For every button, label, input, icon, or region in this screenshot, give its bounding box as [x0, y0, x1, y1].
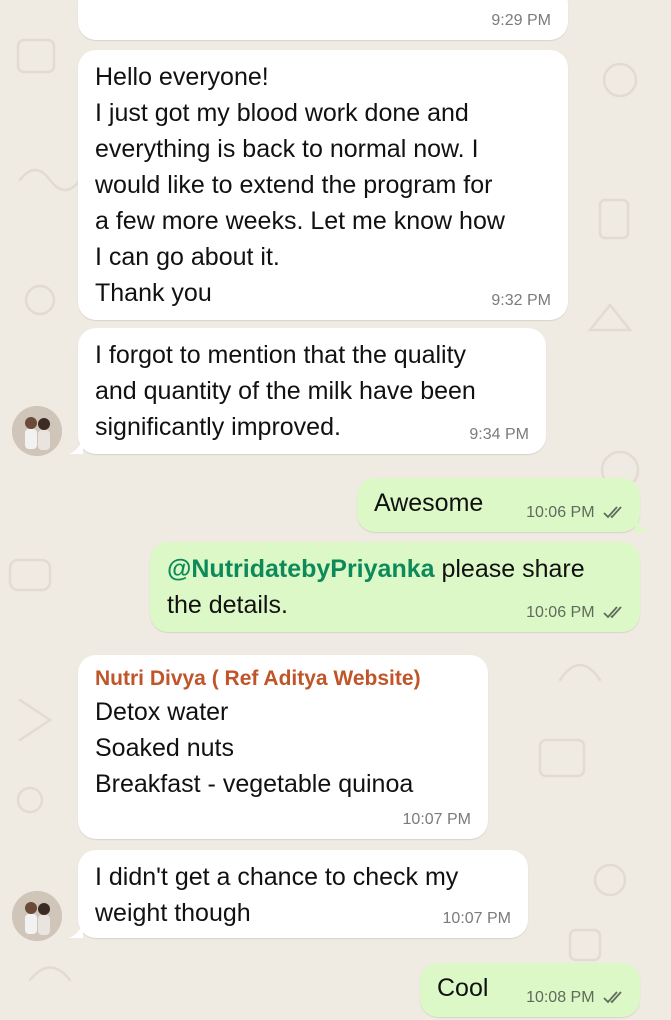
avatar[interactable]	[12, 891, 62, 941]
message-timestamp: 9:29 PM	[491, 12, 551, 29]
message-bubble[interactable]: Awesome 10:06 PM	[357, 478, 649, 532]
message-timestamp: 10:06 PM	[526, 504, 595, 521]
mention-link[interactable]: @NutridatebyPriyanka	[167, 555, 435, 583]
message-timestamp: 10:07 PM	[442, 910, 511, 927]
message-timestamp: 9:32 PM	[491, 292, 551, 309]
sender-name[interactable]: Nutri Divya ( Ref Aditya Website)	[95, 664, 472, 694]
message-meta: 10:06 PM	[526, 504, 626, 522]
message-bubble[interactable]: Cool 10:08 PM	[420, 963, 640, 1017]
message-bubble[interactable]: 9:29 PM	[78, 0, 568, 40]
message-bubble[interactable]: @NutridatebyPriyanka please share the de…	[150, 542, 640, 632]
avatar[interactable]	[12, 406, 62, 456]
message-timestamp: 10:07 PM	[402, 811, 471, 828]
message-meta: 10:08 PM	[526, 989, 626, 1007]
message-text: Hello everyone! I just got my blood work…	[95, 63, 505, 307]
message-bubble[interactable]: Hello everyone! I just got my blood work…	[78, 50, 568, 320]
read-ticks-icon	[603, 606, 622, 619]
message-timestamp: 9:34 PM	[469, 426, 529, 443]
bubble-tail	[69, 438, 83, 454]
message-timestamp: 10:06 PM	[526, 604, 595, 621]
message-text: I forgot to mention that the quality and…	[95, 341, 476, 441]
message-meta: 10:06 PM	[526, 604, 626, 622]
message-text: Detox water Soaked nuts Breakfast - vege…	[95, 698, 414, 798]
message-bubble[interactable]: Nutri Divya ( Ref Aditya Website) Detox …	[78, 655, 488, 839]
read-ticks-icon	[603, 506, 622, 519]
bubble-tail	[635, 516, 649, 532]
message-bubble[interactable]: I forgot to mention that the quality and…	[69, 328, 546, 454]
message-bubble[interactable]: I didn't get a chance to check my weight…	[69, 850, 528, 938]
message-timestamp: 10:08 PM	[526, 989, 595, 1006]
bubble-tail	[69, 922, 83, 938]
avatar-photo-icon	[12, 406, 62, 456]
avatar-photo-icon	[12, 891, 62, 941]
read-ticks-icon	[603, 991, 622, 1004]
